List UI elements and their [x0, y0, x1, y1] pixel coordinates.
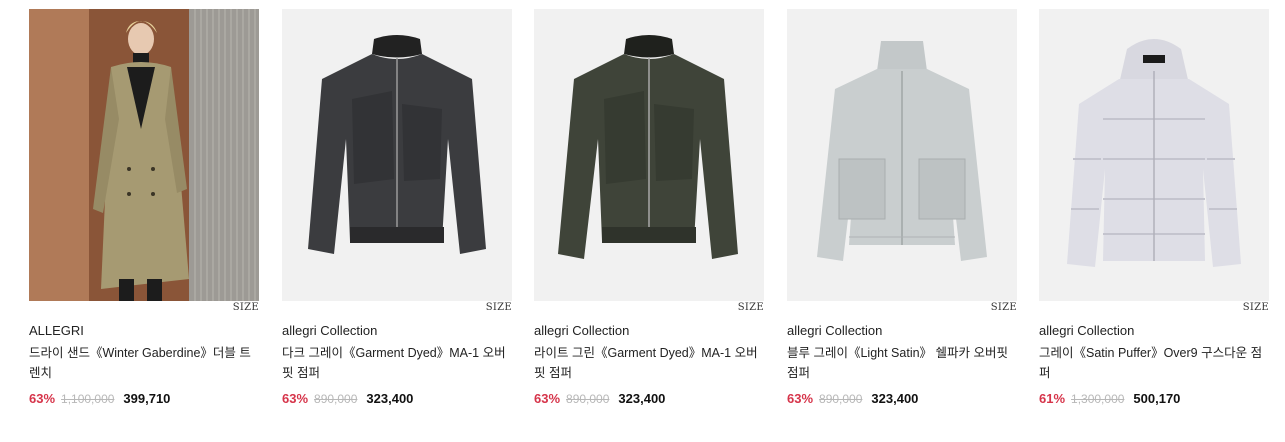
- product-name[interactable]: 라이트 그린《Garment Dyed》MA-1 오버핏 점퍼: [534, 343, 764, 383]
- product-name[interactable]: 그레이《Satin Puffer》Over9 구스다운 점퍼: [1039, 343, 1269, 383]
- brand-name: allegri Collection: [534, 323, 630, 338]
- product-name[interactable]: 다크 그레이《Garment Dyed》MA-1 오버핏 점퍼: [282, 343, 512, 383]
- price-row: 63% 890,000 323,400: [282, 391, 413, 406]
- product-name[interactable]: 블루 그레이《Light Satin》 쉘파카 오버핏 점퍼: [787, 343, 1017, 383]
- sale-price: 500,170: [1133, 391, 1181, 406]
- product-card[interactable]: SIZE allegri Collection 다크 그레이《Garment D…: [282, 9, 512, 406]
- size-label[interactable]: SIZE: [991, 302, 1017, 313]
- discount-rate: 61%: [1039, 391, 1066, 406]
- product-card[interactable]: SIZE allegri Collection 라이트 그린《Garment D…: [534, 9, 764, 406]
- size-label[interactable]: SIZE: [738, 302, 764, 313]
- product-card[interactable]: SIZE allegri Collection 그레이《Satin Puffer…: [1039, 9, 1269, 406]
- price-row: 63% 1,100,000 399,710: [29, 391, 170, 406]
- product-image[interactable]: [1039, 9, 1269, 301]
- product-image[interactable]: [787, 9, 1017, 301]
- sale-price: 323,400: [618, 391, 666, 406]
- discount-rate: 63%: [534, 391, 561, 406]
- price-row: 63% 890,000 323,400: [787, 391, 918, 406]
- original-price: 890,000: [819, 392, 863, 406]
- brand-name: allegri Collection: [1039, 323, 1135, 338]
- size-label[interactable]: SIZE: [486, 302, 512, 313]
- size-label[interactable]: SIZE: [1243, 302, 1269, 313]
- price-row: 61% 1,300,000 500,170: [1039, 391, 1180, 406]
- sale-price: 323,400: [366, 391, 414, 406]
- original-price: 890,000: [566, 392, 610, 406]
- discount-rate: 63%: [29, 391, 56, 406]
- product-image[interactable]: [29, 9, 259, 301]
- brand-name: allegri Collection: [787, 323, 883, 338]
- product-image[interactable]: [282, 9, 512, 301]
- discount-rate: 63%: [787, 391, 814, 406]
- original-price: 890,000: [314, 392, 358, 406]
- brand-name: allegri Collection: [282, 323, 378, 338]
- brand-name: ALLEGRI: [29, 323, 84, 338]
- product-image[interactable]: [534, 9, 764, 301]
- product-grid: SIZE ALLEGRI 드라이 샌드《Winter Gaberdine》더블 …: [0, 0, 1285, 442]
- sale-price: 399,710: [123, 391, 171, 406]
- size-label[interactable]: SIZE: [233, 302, 259, 313]
- original-price: 1,100,000: [61, 392, 115, 406]
- original-price: 1,300,000: [1071, 392, 1125, 406]
- discount-rate: 63%: [282, 391, 309, 406]
- price-row: 63% 890,000 323,400: [534, 391, 665, 406]
- product-card[interactable]: SIZE ALLEGRI 드라이 샌드《Winter Gaberdine》더블 …: [29, 9, 259, 406]
- product-name[interactable]: 드라이 샌드《Winter Gaberdine》더블 트렌치: [29, 343, 259, 383]
- sale-price: 323,400: [871, 391, 919, 406]
- product-card[interactable]: SIZE allegri Collection 블루 그레이《Light Sat…: [787, 9, 1017, 406]
